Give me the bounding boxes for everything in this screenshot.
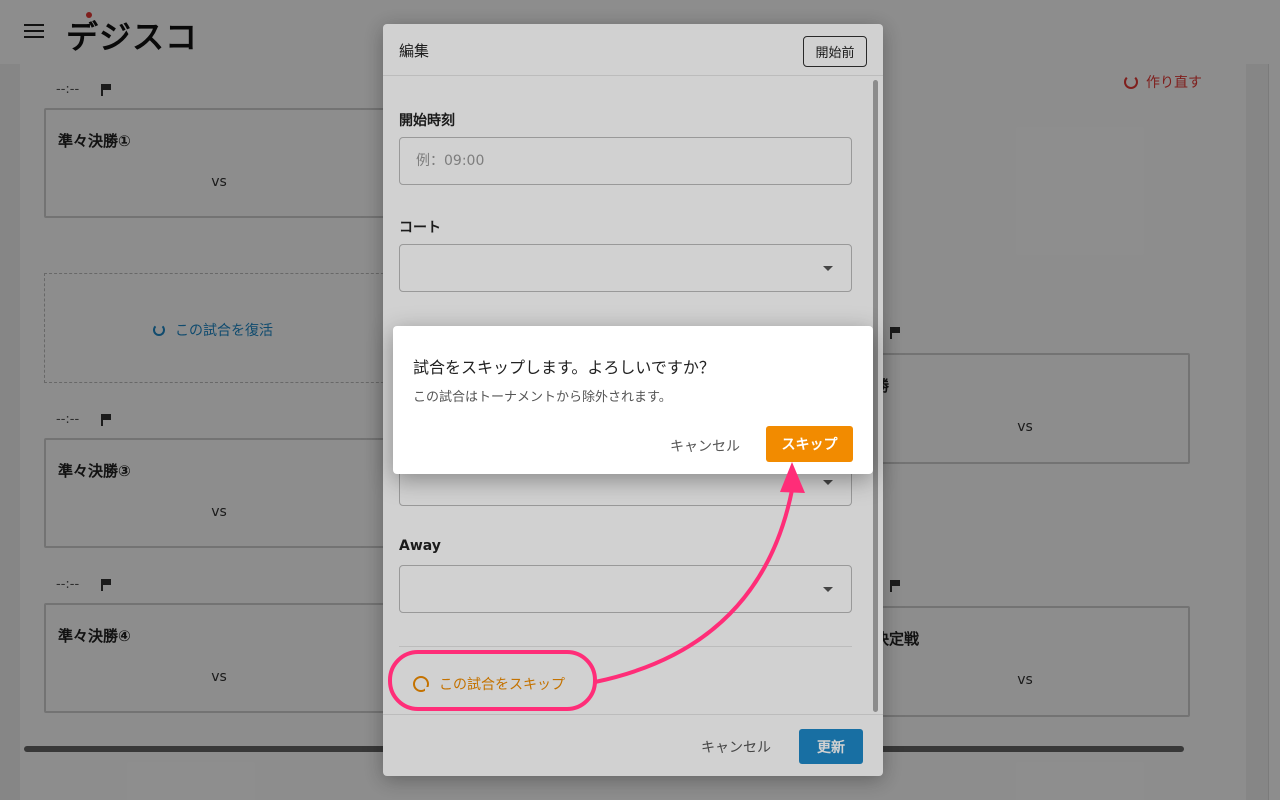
- dialog-cancel-button[interactable]: キャンセル: [670, 436, 740, 456]
- dialog-title: 試合をスキップします。よろしいですか？: [413, 358, 715, 377]
- dialog-skip-button[interactable]: スキップ: [766, 426, 853, 462]
- skip-confirm-dialog: 試合をスキップします。よろしいですか？ この試合はトーナメントから除外されます。…: [393, 326, 873, 474]
- dialog-message: この試合はトーナメントから除外されます。: [413, 390, 672, 405]
